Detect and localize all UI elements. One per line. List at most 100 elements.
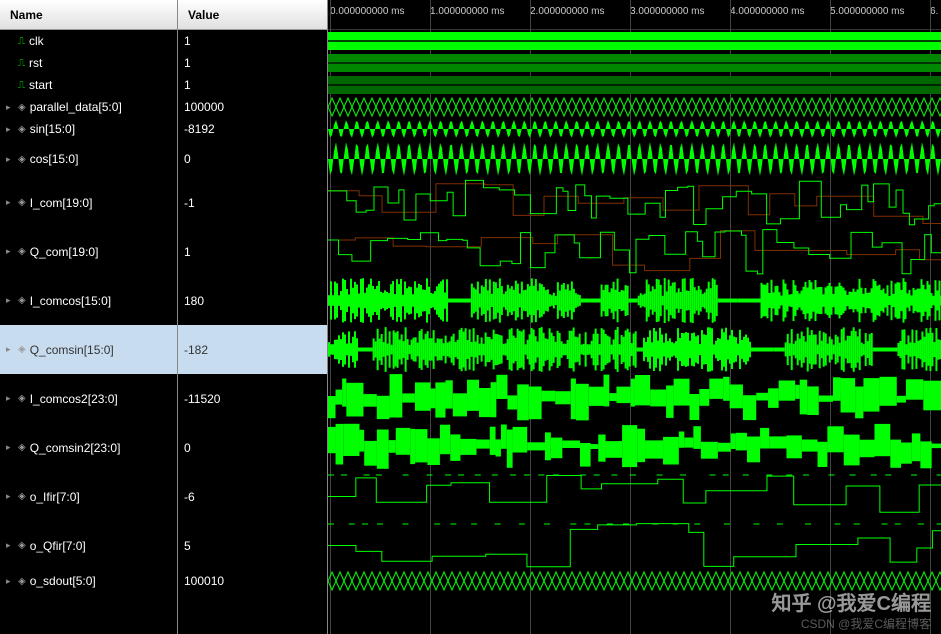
signal-row-value[interactable]: 0 [178,140,327,178]
signal-value: 0 [184,152,191,166]
signal-row-value[interactable]: -8192 [178,118,327,140]
signal-value: 1 [184,245,191,259]
waveform [328,74,941,96]
waveform-row[interactable] [328,178,941,227]
value-column: Value 1 1 1 100000 -8192 0 -1 1 180 -182 -11520 0 -6… [178,0,328,634]
watermark-secondary: CSDN @我爱C编程博客 [801,615,931,632]
chevron-right-icon[interactable]: ▸ [6,576,14,587]
waveform-row[interactable] [328,52,941,74]
bus-icon: ◈ [18,576,26,587]
signal-value: 1 [184,34,191,48]
signal-row-value[interactable]: 100000 [178,96,327,118]
signal-value: 0 [184,441,191,455]
signal-row-name[interactable]: ▸◈o_Ifir[7:0] [0,472,177,521]
signal-row-name[interactable]: ▸ ◈ I_comcos[15:0] [0,276,177,325]
signal-value: 1 [184,78,191,92]
waveform-row[interactable] [328,521,941,570]
signal-row-value[interactable]: -11520 [178,374,327,423]
waveform [328,276,941,325]
signal-name: o_Ifir[7:0] [30,490,80,504]
bus-icon: ◈ [18,295,26,306]
chevron-right-icon[interactable]: ▸ [6,295,14,306]
signal-value: 5 [184,539,191,553]
waveform-row[interactable] [328,96,941,118]
signal-row-name[interactable]: ⎍clk [0,30,177,52]
waveform-area[interactable] [328,30,941,592]
waveform-row[interactable] [328,374,941,423]
chevron-right-icon[interactable]: ▸ [6,102,14,113]
time-tick: 2.000000000 ms [530,6,605,17]
signal-value: 100000 [184,100,224,114]
signal-row-value[interactable]: 180 [178,276,327,325]
signal-name: o_Qfir[7:0] [30,539,86,553]
bus-icon: ◈ [18,393,26,404]
bus-icon: ◈ [18,102,26,113]
waveform-row[interactable] [328,472,941,521]
waveform-row[interactable] [328,74,941,96]
signal-row-value[interactable]: 1 [178,30,327,52]
signal-value: -182 [184,343,208,357]
signal-row-name[interactable]: ▸◈o_Qfir[7:0] [0,521,177,570]
signal-row-name[interactable]: ▸◈I_comcos2[23:0] [0,374,177,423]
signal-row-name[interactable]: ▸◈cos[15:0] [0,140,177,178]
bus-icon: ◈ [18,154,26,165]
signal-name: clk [29,34,44,48]
waveform-panel[interactable]: 0.000000000 ms 1.000000000 ms 2.000000000 … [328,0,941,634]
signal-value: -6 [184,490,195,504]
waveform-row[interactable] [328,227,941,276]
waveform [328,227,941,276]
signal-value: -1 [184,196,195,210]
time-ruler[interactable]: 0.000000000 ms 1.000000000 ms 2.000000000 … [328,0,941,30]
waveform-row[interactable] [328,276,941,325]
signal-name: Q_com[19:0] [30,245,99,259]
waveform-row[interactable] [328,118,941,140]
chevron-right-icon[interactable]: ▸ [6,442,14,453]
signal-row-value[interactable]: -182 [178,325,327,374]
signal-row-name[interactable]: ▸ ◈ parallel_data[5:0] [0,96,177,118]
waveform-row[interactable] [328,423,941,472]
signal-row-value[interactable]: 1 [178,227,327,276]
waveform-row[interactable] [328,325,941,374]
signal-row-value[interactable]: -1 [178,178,327,227]
waveform-row[interactable] [328,140,941,178]
signal-row-name[interactable]: ▸◈Q_comsin2[23:0] [0,423,177,472]
signal-row-name[interactable]: ▸◈o_sdout[5:0] [0,570,177,592]
signal-row-value[interactable]: -6 [178,472,327,521]
chevron-right-icon[interactable]: ▸ [6,154,14,165]
signal-name: start [29,78,52,92]
time-tick: 6. [930,6,938,17]
signal-name: parallel_data[5:0] [30,100,122,114]
value-header[interactable]: Value [178,0,327,30]
signal-row-value[interactable]: 1 [178,74,327,96]
signal-icon: ⎍ [18,80,25,91]
time-tick: 0.000000000 ms [330,6,405,17]
chevron-right-icon[interactable]: ▸ [6,344,14,355]
signal-list-panel: Name ⎍clk⎍rst⎍start▸◈parallel_data[5:0]▸… [0,0,328,634]
signal-row-value[interactable]: 100010 [178,570,327,592]
signal-name: Q_comsin2[23:0] [30,441,121,455]
signal-row-name[interactable]: ⎍ start [0,74,177,96]
signal-row-name[interactable]: ▸◈Q_comsin[15:0] [0,325,177,374]
chevron-right-icon[interactable]: ▸ [6,540,14,551]
chevron-right-icon[interactable]: ▸ [6,246,14,257]
signal-row-name[interactable]: ▸◈I_com[19:0] [0,178,177,227]
signal-row-name[interactable]: ▸ ◈ Q_com[19:0] [0,227,177,276]
chevron-right-icon[interactable]: ▸ [6,197,14,208]
signal-row-value[interactable]: 5 [178,521,327,570]
chevron-right-icon[interactable]: ▸ [6,393,14,404]
name-header[interactable]: Name [0,0,177,30]
signal-row-name[interactable]: ⎍rst [0,52,177,74]
signal-value: -11520 [184,392,220,406]
time-tick: 1.000000000 ms [430,6,505,17]
chevron-right-icon[interactable]: ▸ [6,491,14,502]
chevron-right-icon[interactable]: ▸ [6,124,14,135]
signal-value: 1 [184,56,191,70]
signal-row-name[interactable]: ▸◈sin[15:0] [0,118,177,140]
signal-name: I_comcos[15:0] [30,294,111,308]
waveform-row[interactable] [328,30,941,52]
signal-row-value[interactable]: 0 [178,423,327,472]
time-tick: 5.000000000 ms [830,6,905,17]
waveform [328,472,941,521]
signal-row-value[interactable]: 1 [178,52,327,74]
bus-icon: ◈ [18,246,26,257]
